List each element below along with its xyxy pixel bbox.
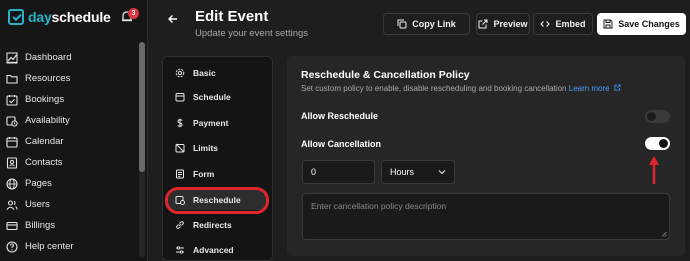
learn-more-link[interactable]: Learn more: [569, 84, 621, 93]
page-subtitle: Update your event settings: [195, 28, 309, 39]
sidebar-item-help-center[interactable]: Help center: [6, 236, 142, 257]
copy-link-button[interactable]: Copy Link: [383, 13, 470, 35]
toggle-knob: [659, 139, 668, 148]
contacts-icon: [6, 156, 18, 169]
allow-reschedule-toggle[interactable]: [645, 110, 670, 123]
subnav-label: Form: [193, 169, 215, 179]
code-icon: [540, 21, 551, 27]
sidebar-item-label: Billings: [25, 220, 56, 231]
sidebar-item-bookings[interactable]: Bookings: [6, 89, 142, 110]
sidebar-item-contacts[interactable]: Contacts: [6, 152, 142, 173]
subnav-label: Limits: [193, 143, 219, 153]
subnav-item-payment[interactable]: Payment: [163, 113, 272, 133]
sidebar-item-label: Help center: [25, 241, 74, 252]
sidebar-item-label: Bookings: [25, 94, 65, 105]
section-description: Set custom policy to enable, disable res…: [301, 84, 621, 93]
learn-more-label: Learn more: [568, 84, 610, 93]
allow-cancellation-label: Allow Cancellation: [301, 139, 382, 149]
globe-icon: [6, 177, 18, 190]
sidebar-nav: Dashboard Resources Bookings Availabilit…: [6, 47, 142, 257]
calendar-clock-icon: [6, 115, 18, 127]
description-text: Set custom policy to enable, disable res…: [301, 84, 567, 93]
resize-handle-icon[interactable]: [661, 231, 667, 237]
save-changes-button[interactable]: Save Changes: [597, 13, 686, 35]
allow-reschedule-label: Allow Reschedule: [301, 111, 379, 121]
embed-label: Embed: [555, 19, 586, 29]
sidebar-item-label: Contacts: [25, 157, 63, 168]
main-sidebar: dayschedule 3 Dashboard Resources Bookin…: [0, 0, 148, 261]
sidebar-item-label: Users: [25, 199, 50, 210]
embed-button[interactable]: Embed: [533, 13, 593, 35]
dollar-icon: [177, 118, 183, 128]
calendar-icon: [6, 136, 18, 148]
page-title: Edit Event: [195, 8, 269, 25]
sidebar-item-label: Calendar: [25, 136, 64, 147]
help-icon: [6, 240, 18, 253]
allow-cancellation-toggle[interactable]: [645, 137, 670, 150]
subnav-label: Payment: [193, 118, 229, 128]
notification-badge: 3: [128, 8, 139, 19]
subnav-item-basic[interactable]: Basic: [163, 63, 272, 83]
unit-selected-value: Hours: [390, 167, 415, 177]
sidebar-item-resources[interactable]: Resources: [6, 68, 142, 89]
calendar-icon: [175, 93, 185, 102]
settings-icon: [176, 246, 184, 254]
sidebar-item-users[interactable]: Users: [6, 194, 142, 215]
annotation-arrow-icon: [649, 156, 659, 184]
external-link-icon: [478, 19, 488, 29]
credit-card-icon: [6, 221, 18, 230]
highlight-annotation-circle: [165, 187, 269, 214]
copy-link-label: Copy Link: [412, 19, 456, 29]
sidebar-item-calendar[interactable]: Calendar: [6, 131, 142, 152]
subnav-item-form[interactable]: Form: [163, 164, 272, 184]
subnav-label: Advanced: [193, 245, 234, 255]
chevron-down-icon: [438, 170, 446, 175]
form-icon: [176, 169, 184, 179]
calendar-check-icon: [6, 94, 18, 106]
calendar-check-icon: [8, 9, 24, 25]
sidebar-item-label: Pages: [25, 178, 52, 189]
subnav-item-schedule[interactable]: Schedule: [163, 87, 272, 107]
gear-icon: [175, 68, 185, 78]
save-icon: [603, 19, 613, 29]
cancellation-unit-select[interactable]: Hours: [381, 160, 455, 184]
brand-name: dayschedule: [28, 9, 111, 25]
dashboard-icon: [6, 52, 18, 63]
subnav-label: Redirects: [193, 220, 232, 230]
brand-logo[interactable]: dayschedule: [8, 9, 111, 25]
external-link-icon: [614, 84, 621, 91]
cancellation-window-input[interactable]: 0: [302, 160, 375, 184]
subnav-label: Schedule: [193, 92, 231, 102]
sidebar-item-label: Resources: [25, 73, 71, 84]
subnav-item-advanced[interactable]: Advanced: [163, 240, 272, 260]
section-title: Reschedule & Cancellation Policy: [301, 69, 470, 81]
textarea-placeholder: Enter cancellation policy description: [311, 201, 447, 211]
users-icon: [6, 199, 18, 210]
sidebar-item-pages[interactable]: Pages: [6, 173, 142, 194]
event-settings-nav: Basic Schedule Payment Limits Form Resch…: [162, 56, 273, 261]
sidebar-item-label: Availability: [25, 115, 70, 126]
link-icon: [176, 221, 184, 229]
copy-icon: [397, 19, 407, 29]
subnav-label: Basic: [193, 68, 216, 78]
toggle-knob: [647, 112, 656, 121]
cancellation-policy-textarea[interactable]: Enter cancellation policy description: [302, 193, 670, 240]
subnav-item-limits[interactable]: Limits: [163, 138, 272, 158]
preview-label: Preview: [493, 19, 528, 29]
sidebar-item-dashboard[interactable]: Dashboard: [6, 47, 142, 68]
calendar-off-icon: [175, 143, 185, 153]
sidebar-item-label: Dashboard: [25, 52, 72, 63]
subnav-item-redirects[interactable]: Redirects: [163, 215, 272, 235]
preview-button[interactable]: Preview: [476, 13, 530, 35]
sidebar-item-availability[interactable]: Availability: [6, 110, 142, 131]
folder-icon: [6, 74, 18, 84]
save-changes-label: Save Changes: [618, 19, 680, 29]
sidebar-item-billings[interactable]: Billings: [6, 215, 142, 236]
back-arrow-icon[interactable]: [166, 12, 180, 26]
